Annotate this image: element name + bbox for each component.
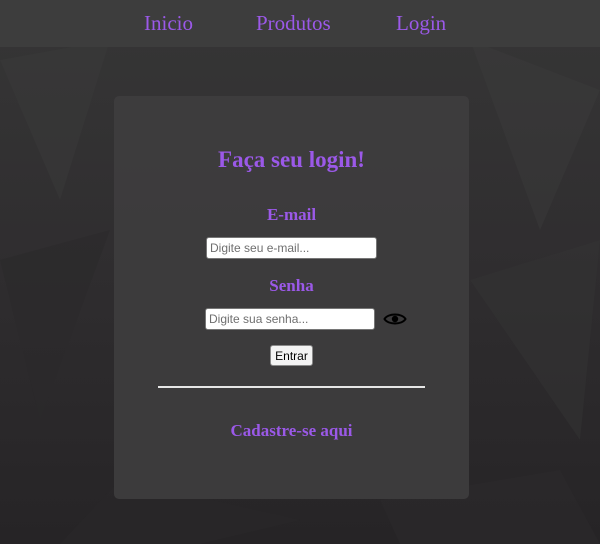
email-label: E-mail [266,205,317,224]
divider [158,386,425,388]
login-submit-button[interactable]: Entrar [270,345,313,366]
nav-link-produtos[interactable]: Produtos [256,10,331,36]
top-navbar: Inicio Produtos Login [0,0,600,47]
signup-link[interactable]: Cadastre-se aqui [114,420,469,442]
nav-link-inicio[interactable]: Inicio [144,10,193,36]
password-input[interactable] [205,308,375,330]
password-label: Senha [269,276,314,295]
email-input[interactable] [206,237,377,259]
login-card: Faça seu login! E-mail Senha Entrar Cada… [114,96,469,499]
login-title: Faça seu login! [218,147,365,172]
eye-icon[interactable] [383,310,407,328]
nav-link-login[interactable]: Login [396,10,446,36]
